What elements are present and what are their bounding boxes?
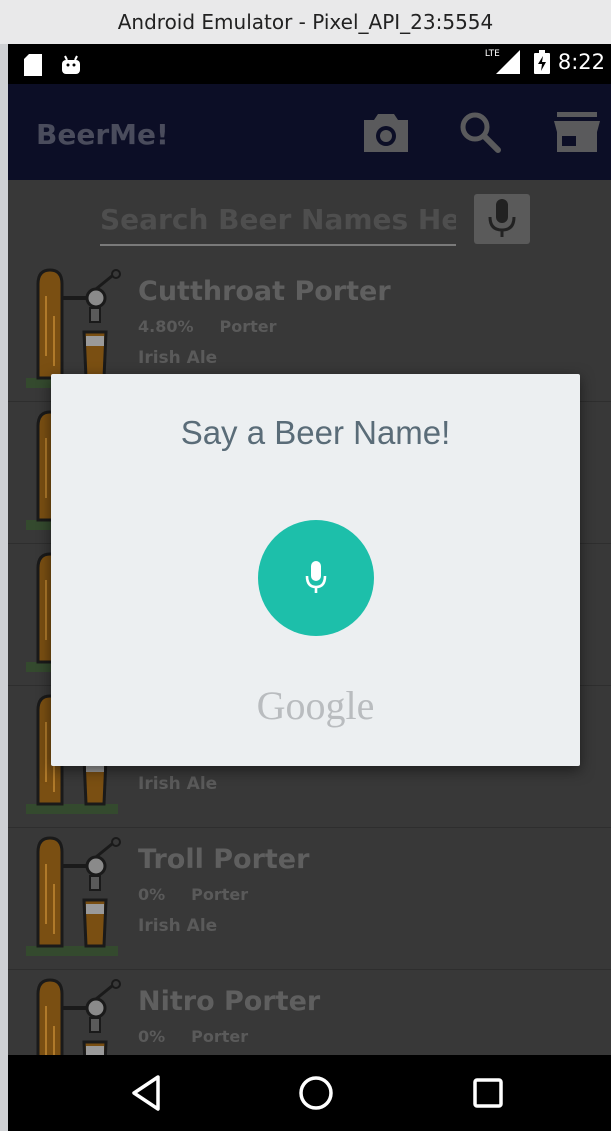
app-title: BeerMe! <box>36 118 169 151</box>
beer-style: Porter <box>219 317 277 336</box>
search-icon[interactable] <box>458 110 502 154</box>
home-icon[interactable] <box>296 1073 336 1113</box>
network-type: LTE <box>484 49 500 59</box>
beer-brewery: Irish Ale <box>138 774 218 794</box>
beer-tap-icon <box>26 836 121 956</box>
store-icon[interactable] <box>554 110 600 154</box>
battery-icon <box>533 50 550 74</box>
dialog-title: Say a Beer Name! <box>180 414 451 451</box>
google-logo: Google <box>256 683 375 728</box>
beer-name: Nitro Porter <box>138 986 321 1017</box>
microphone-icon <box>305 561 327 593</box>
recents-icon[interactable] <box>470 1073 506 1113</box>
clock: 8:22 <box>557 50 605 74</box>
beer-brewery: Irish Ale <box>138 348 218 368</box>
beer-abv: 0% <box>138 1027 166 1046</box>
beer-style: Porter <box>191 1027 249 1046</box>
microphone-icon <box>488 199 516 237</box>
beer-abv: 4.80% <box>138 317 194 336</box>
emulator-title: Android Emulator - Pixel_API_23:5554 <box>117 10 494 34</box>
beer-name: Cutthroat Porter <box>138 276 391 307</box>
status-bar: LTE 8:22 <box>8 44 611 84</box>
android-icon <box>62 55 80 74</box>
device-screen: LTE 8:22 BeerMe! Search Beer Names Here!… <box>8 44 611 1131</box>
voice-input-button[interactable] <box>258 520 374 636</box>
navigation-bar <box>8 1055 611 1131</box>
voice-search-dialog: Say a Beer Name! Google <box>51 374 580 766</box>
camera-icon[interactable] <box>362 110 410 154</box>
beer-style: Porter <box>191 885 249 904</box>
emulator-title-bar: Android Emulator - Pixel_API_23:5554 <box>0 0 611 44</box>
search-input[interactable] <box>100 194 456 246</box>
beer-abv: 0% <box>138 885 166 904</box>
beer-list-item[interactable]: Troll Porter 0% Porter Irish Ale <box>8 828 611 970</box>
beer-meta: 0% Porter <box>138 885 248 904</box>
app-bar: BeerMe! <box>8 84 611 180</box>
back-icon[interactable] <box>128 1073 164 1113</box>
beer-brewery: Irish Ale <box>138 916 218 936</box>
sd-card-icon <box>24 54 42 76</box>
voice-search-button[interactable] <box>474 194 530 244</box>
beer-name: Troll Porter <box>138 844 310 875</box>
search-row <box>8 180 611 260</box>
beer-meta: 0% Porter <box>138 1027 248 1046</box>
beer-meta: 4.80% Porter <box>138 317 277 336</box>
